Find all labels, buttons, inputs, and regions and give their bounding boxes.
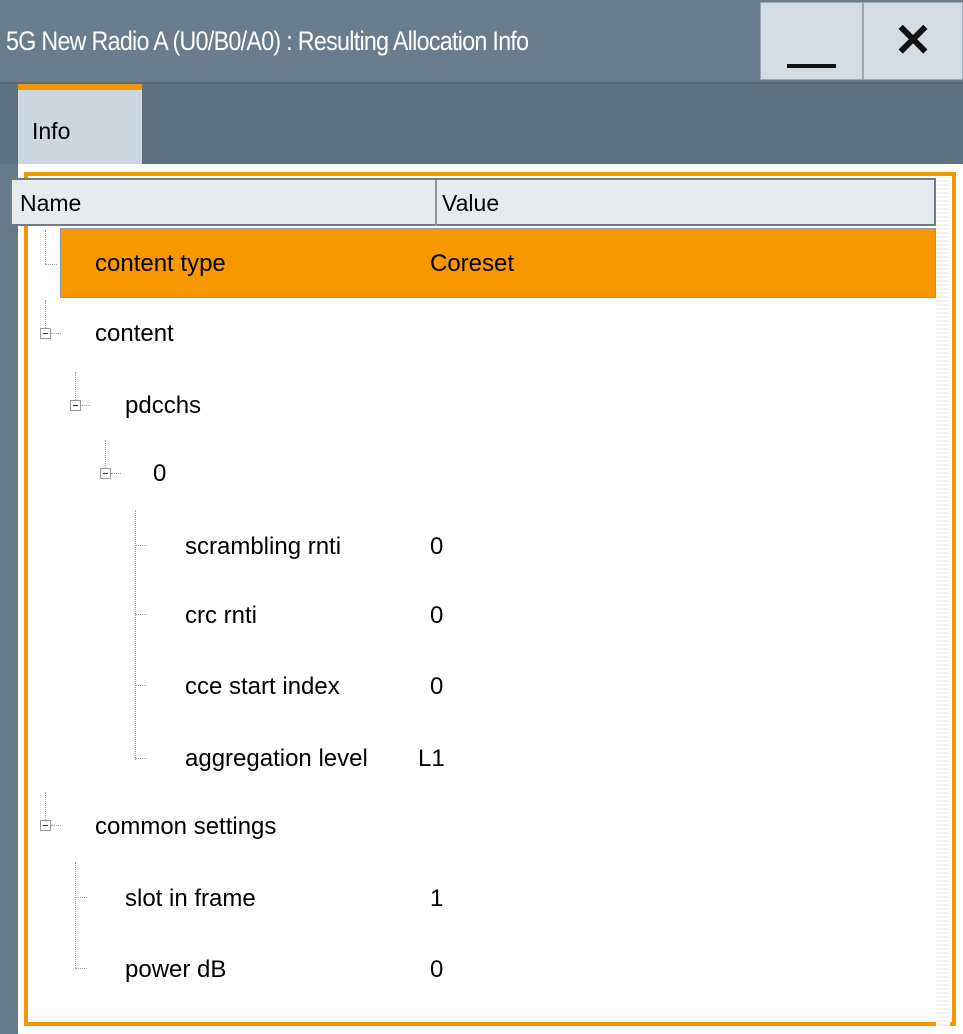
row-value: 0: [430, 602, 444, 629]
column-header-name[interactable]: Name: [20, 190, 81, 217]
collapse-icon[interactable]: [40, 328, 51, 339]
tree-line: [75, 372, 76, 400]
row-name: scrambling rnti: [185, 533, 342, 560]
scrollbar[interactable]: [936, 178, 950, 1026]
row-name: pdcchs: [125, 392, 202, 419]
tree-line: [45, 792, 46, 820]
row-name: content: [95, 320, 174, 347]
tree-line: [45, 264, 57, 265]
row-value: 0: [430, 956, 444, 983]
row-value: L1: [418, 745, 445, 772]
row-name: crc rnti: [185, 602, 257, 629]
tree-line: [135, 614, 147, 615]
tree-line: [111, 473, 121, 474]
tree-line: [81, 405, 91, 406]
window-title: 5G New Radio A (U0/B0/A0) : Resulting Al…: [6, 26, 529, 56]
tree-line: [45, 230, 46, 264]
row-name: cce start index: [185, 673, 340, 700]
row-name: content type: [95, 250, 226, 277]
tab-strip: Info: [0, 84, 963, 164]
row-name: common settings: [95, 813, 277, 840]
row-value: 0: [430, 533, 444, 560]
column-divider[interactable]: [435, 180, 437, 226]
tab-info-label: Info: [32, 118, 71, 144]
tree-line: [135, 685, 147, 686]
tree-line: [75, 968, 87, 969]
minimize-icon: [787, 64, 836, 68]
column-header-value[interactable]: Value: [442, 190, 499, 217]
tree-line: [135, 545, 147, 546]
tree-line: [51, 333, 61, 334]
table-header: Name Value: [10, 178, 936, 226]
tree-line: [51, 825, 61, 826]
tree-line: [105, 440, 106, 468]
tree-line: [75, 897, 87, 898]
collapse-icon[interactable]: [100, 468, 111, 479]
row-value: 1: [430, 885, 444, 912]
row-name: aggregation level: [185, 745, 368, 772]
row-name: 0: [153, 460, 167, 487]
row-value: Coreset: [430, 250, 515, 277]
close-icon: ✕: [893, 14, 933, 66]
row-name: power dB: [125, 956, 227, 983]
minimize-button[interactable]: [760, 2, 863, 80]
title-bar: 5G New Radio A (U0/B0/A0) : Resulting Al…: [0, 0, 963, 84]
tree-line: [135, 510, 136, 760]
collapse-icon[interactable]: [70, 400, 81, 411]
tree-line: [45, 300, 46, 328]
tab-info[interactable]: Info: [18, 84, 142, 164]
close-button[interactable]: ✕: [863, 2, 963, 80]
tree-line: [135, 758, 147, 759]
row-value: 0: [430, 673, 444, 700]
row-name: slot in frame: [125, 885, 256, 912]
tree-line: [75, 862, 76, 968]
collapse-icon[interactable]: [40, 820, 51, 831]
